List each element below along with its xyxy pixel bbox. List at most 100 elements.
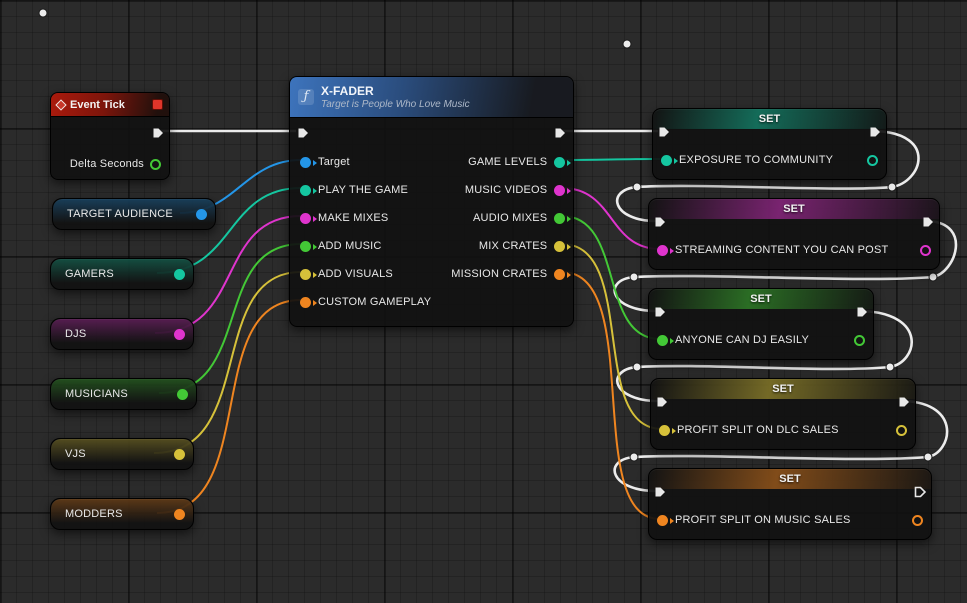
set-variable-label: PROFIT SPLIT ON DLC SALES bbox=[677, 424, 839, 436]
set-output-pin[interactable] bbox=[854, 334, 865, 346]
reroute-node[interactable] bbox=[629, 452, 639, 462]
pin-label: PLAY THE GAME bbox=[318, 184, 409, 196]
output-pin-game-levels[interactable] bbox=[554, 156, 572, 168]
variable-node-modders[interactable]: MODDERS bbox=[50, 498, 194, 530]
input-pin-add-visuals[interactable] bbox=[300, 268, 317, 280]
exec-out-pin[interactable] bbox=[151, 126, 165, 140]
reroute-node[interactable] bbox=[928, 272, 938, 282]
variable-node-djs[interactable]: DJS bbox=[50, 318, 194, 350]
set-input-pin[interactable] bbox=[657, 334, 674, 346]
variable-output-pin[interactable] bbox=[177, 388, 188, 400]
exec-in-pin[interactable] bbox=[653, 485, 667, 499]
event-title: Event Tick bbox=[70, 98, 125, 111]
exec-in-pin[interactable] bbox=[296, 126, 310, 140]
variable-label: DJS bbox=[65, 328, 87, 340]
input-pin-target[interactable] bbox=[300, 156, 317, 168]
exec-out-pin[interactable] bbox=[913, 485, 927, 499]
exec-in-pin[interactable] bbox=[653, 305, 667, 319]
pin-label: Target bbox=[318, 156, 350, 168]
function-subtitle: Target is People Who Love Music bbox=[321, 99, 470, 110]
input-pin-add-music[interactable] bbox=[300, 240, 317, 252]
set-variable-label: PROFIT SPLIT ON MUSIC SALES bbox=[675, 514, 851, 526]
data-wire-audio-mixes bbox=[561, 215, 661, 340]
delta-seconds-pin[interactable] bbox=[150, 158, 161, 170]
exec-out-pin[interactable] bbox=[897, 395, 911, 409]
reroute-node[interactable] bbox=[923, 452, 933, 462]
set-node-profit-split-music[interactable]: SET PROFIT SPLIT ON MUSIC SALES bbox=[648, 468, 932, 540]
variable-node-vjs[interactable]: VJS bbox=[50, 438, 194, 470]
set-node-profit-split-dlc[interactable]: SET PROFIT SPLIT ON DLC SALES bbox=[650, 378, 916, 450]
reroute-node[interactable] bbox=[885, 362, 895, 372]
reroute-node[interactable] bbox=[629, 272, 639, 282]
set-node-exposure-to-community[interactable]: SET EXPOSURE TO COMMUNITY bbox=[652, 108, 887, 180]
variable-node-target-audience[interactable]: TARGET AUDIENCE bbox=[52, 198, 216, 230]
exec-out-pin[interactable] bbox=[553, 126, 567, 140]
set-output-pin[interactable] bbox=[867, 154, 878, 166]
reroute-node[interactable] bbox=[632, 182, 642, 192]
set-variable-label: EXPOSURE TO COMMUNITY bbox=[679, 154, 834, 166]
set-node-streaming-content[interactable]: SET STREAMING CONTENT YOU CAN POST bbox=[648, 198, 940, 270]
reroute-node[interactable] bbox=[622, 39, 632, 49]
node-xfader-function[interactable]: ƒ X-FADER Target is People Who Love Musi… bbox=[289, 76, 574, 327]
set-node-header: SET bbox=[651, 379, 915, 399]
set-title: SET bbox=[772, 383, 794, 395]
data-wire-mix-crates bbox=[561, 243, 663, 430]
data-wire-game-levels bbox=[561, 158, 661, 161]
exec-out-pin[interactable] bbox=[855, 305, 869, 319]
pin-label: MUSIC VIDEOS bbox=[464, 184, 548, 196]
data-wire-music-videos bbox=[561, 187, 661, 250]
variable-output-pin[interactable] bbox=[174, 508, 185, 520]
variable-output-pin[interactable] bbox=[196, 208, 207, 220]
variable-output-pin[interactable] bbox=[174, 328, 185, 340]
set-input-pin[interactable] bbox=[657, 514, 674, 526]
set-variable-label: ANYONE CAN DJ EASILY bbox=[675, 334, 809, 346]
pin-label: MAKE MIXES bbox=[318, 212, 389, 224]
pin-label: GAME LEVELS bbox=[468, 156, 548, 168]
set-node-header: SET bbox=[649, 289, 873, 309]
set-title: SET bbox=[783, 203, 805, 215]
exec-out-pin[interactable] bbox=[921, 215, 935, 229]
set-output-pin[interactable] bbox=[920, 244, 931, 256]
variable-node-musicians[interactable]: MUSICIANS bbox=[50, 378, 197, 410]
set-output-pin[interactable] bbox=[912, 514, 923, 526]
reroute-node[interactable] bbox=[887, 182, 897, 192]
pin-label: ADD MUSIC bbox=[318, 240, 382, 252]
event-icon bbox=[55, 98, 67, 111]
exec-in-pin[interactable] bbox=[657, 125, 671, 139]
output-pin-audio-mixes[interactable] bbox=[554, 212, 572, 224]
set-title: SET bbox=[758, 113, 781, 125]
output-pin-mix-crates[interactable] bbox=[554, 240, 572, 252]
set-input-pin[interactable] bbox=[659, 424, 676, 436]
input-pin-play-the-game[interactable] bbox=[300, 184, 317, 196]
input-pin-custom-gameplay[interactable] bbox=[300, 296, 317, 308]
set-output-pin[interactable] bbox=[896, 424, 907, 436]
variable-label: MUSICIANS bbox=[65, 388, 128, 400]
output-pin-mission-crates[interactable] bbox=[554, 268, 572, 280]
variable-output-pin[interactable] bbox=[174, 448, 185, 460]
function-icon: ƒ bbox=[298, 89, 314, 105]
pin-label: MISSION CRATES bbox=[451, 268, 548, 280]
set-title: SET bbox=[779, 473, 801, 485]
set-node-header: SET bbox=[649, 469, 931, 489]
reroute-node[interactable] bbox=[632, 362, 642, 372]
exec-in-pin[interactable] bbox=[655, 395, 669, 409]
pin-label: CUSTOM GAMEPLAY bbox=[318, 296, 432, 308]
node-event-tick[interactable]: Event Tick Delta Seconds bbox=[50, 92, 170, 180]
event-node-header: Event Tick bbox=[51, 93, 169, 117]
input-pin-make-mixes[interactable] bbox=[300, 212, 317, 224]
function-title: X-FADER bbox=[321, 84, 374, 98]
pin-label: MIX CRATES bbox=[478, 240, 548, 252]
variable-node-gamers[interactable]: GAMERS bbox=[50, 258, 194, 290]
set-node-header: SET bbox=[649, 199, 939, 219]
delta-seconds-label: Delta Seconds bbox=[69, 158, 144, 170]
variable-output-pin[interactable] bbox=[174, 268, 185, 280]
exec-in-pin[interactable] bbox=[653, 215, 667, 229]
output-pin-music-videos[interactable] bbox=[554, 184, 572, 196]
reroute-node[interactable] bbox=[38, 8, 48, 18]
set-node-anyone-can-dj[interactable]: SET ANYONE CAN DJ EASILY bbox=[648, 288, 874, 360]
blueprint-graph-canvas[interactable]: Event Tick Delta Seconds TARGET AUDIENCE… bbox=[0, 0, 967, 603]
variable-label: VJS bbox=[65, 448, 86, 460]
set-input-pin[interactable] bbox=[661, 154, 678, 166]
exec-out-pin[interactable] bbox=[868, 125, 882, 139]
set-input-pin[interactable] bbox=[657, 244, 674, 256]
